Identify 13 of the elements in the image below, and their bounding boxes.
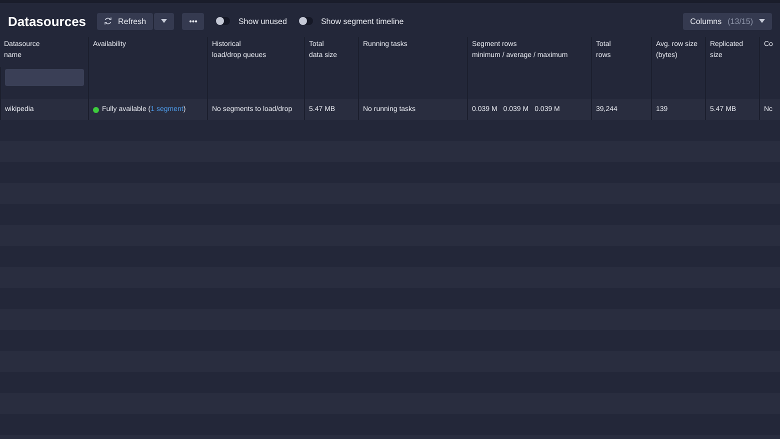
toggle-label: Show segment timeline: [320, 16, 404, 26]
toggle-label: Show unused: [238, 16, 287, 26]
refresh-icon: [104, 17, 112, 25]
toggle-switch[interactable]: [216, 17, 230, 25]
more-button[interactable]: •••: [182, 12, 204, 30]
filter-input[interactable]: [5, 69, 84, 86]
page-title: Datasources: [8, 14, 86, 28]
columns-button[interactable]: Columns (13/15): [683, 12, 772, 30]
toggle-switch[interactable]: [298, 17, 313, 25]
caret-icon: [759, 19, 765, 23]
refresh-button[interactable]: Refresh: [97, 12, 154, 30]
dropdown-button[interactable]: [154, 12, 174, 30]
caret-icon: [161, 19, 168, 23]
